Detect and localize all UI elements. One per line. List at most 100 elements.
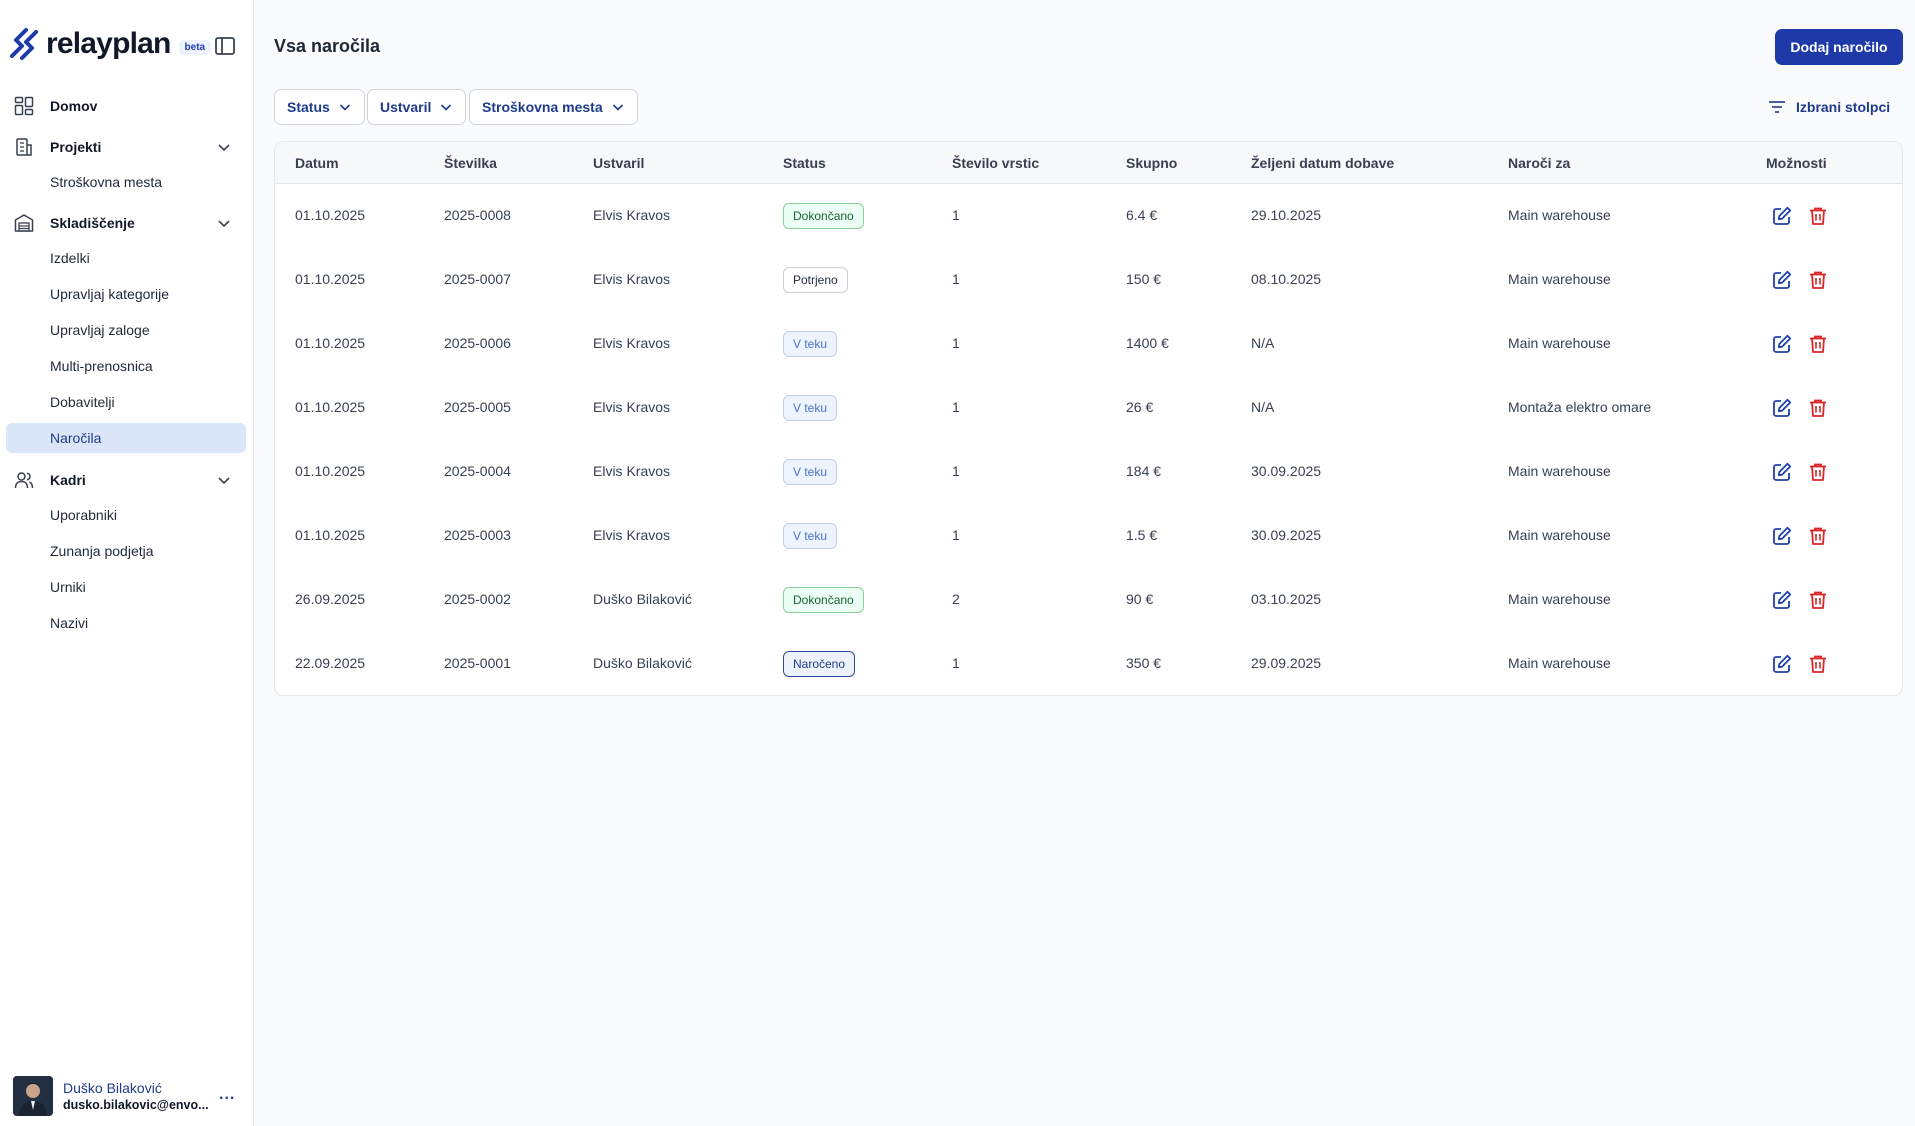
- cell-order-for: Main warehouse: [1508, 463, 1611, 479]
- edit-icon[interactable]: [1771, 589, 1793, 611]
- relayplan-logo-icon: [10, 28, 38, 60]
- sidebar-item-zunanja-podjetja[interactable]: Zunanja podjetja: [6, 536, 246, 566]
- column-header[interactable]: Status: [783, 155, 826, 171]
- chevron-down-icon[interactable]: [216, 139, 232, 155]
- edit-icon[interactable]: [1771, 205, 1793, 227]
- cell-total: 1400 €: [1126, 335, 1169, 351]
- column-header[interactable]: Željeni datum dobave: [1251, 155, 1394, 171]
- brand[interactable]: relayplan beta: [6, 24, 212, 64]
- more-options-button[interactable]: ...: [219, 1086, 235, 1104]
- sidebar-item-multi-prenosnica[interactable]: Multi-prenosnica: [6, 351, 246, 381]
- cell-line-count: 1: [952, 463, 960, 479]
- chevron-down-icon: [441, 104, 452, 111]
- table-row[interactable]: 01.10.2025 2025-0007 Elvis Kravos Potrjeno 1…: [275, 248, 1902, 312]
- cell-delivery-date: 30.09.2025: [1251, 527, 1322, 543]
- filter-status[interactable]: Status: [274, 89, 365, 125]
- sidebar-panel-icon[interactable]: [214, 35, 236, 57]
- selected-columns-button[interactable]: Izbrani stolpci: [1768, 96, 1890, 118]
- cell-date: 01.10.2025: [295, 335, 366, 351]
- sidebar-item-dobavitelji[interactable]: Dobavitelji: [6, 387, 246, 417]
- edit-icon[interactable]: [1771, 397, 1793, 419]
- edit-icon[interactable]: [1771, 461, 1793, 483]
- edit-icon[interactable]: [1771, 653, 1793, 675]
- cell-order-for: Main warehouse: [1508, 335, 1611, 351]
- trash-icon[interactable]: [1807, 525, 1829, 547]
- column-header: Možnosti: [1766, 155, 1827, 171]
- table-row[interactable]: 26.09.2025 2025-0002 Duško Bilaković Dokonč…: [275, 568, 1902, 632]
- table-row[interactable]: 01.10.2025 2025-0005 Elvis Kravos V teku 1 26…: [275, 376, 1902, 440]
- column-header[interactable]: Skupno: [1126, 155, 1177, 171]
- sidebar-item-label: Uporabniki: [50, 507, 117, 523]
- users-icon: [14, 472, 34, 489]
- cell-line-count: 2: [952, 591, 960, 607]
- column-header[interactable]: Številka: [444, 155, 497, 171]
- edit-icon[interactable]: [1771, 525, 1793, 547]
- column-header[interactable]: Datum: [295, 155, 339, 171]
- sidebar-item-label: Stroškovna mesta: [50, 174, 163, 190]
- cell-delivery-date: 29.09.2025: [1251, 655, 1322, 671]
- sidebar-item-uporabniki[interactable]: Uporabniki: [6, 500, 246, 530]
- sidebar-item-projekti[interactable]: Projekti: [6, 131, 246, 163]
- sidebar-item-upravljaj-zaloge[interactable]: Upravljaj zaloge: [6, 315, 246, 345]
- sidebar: relayplan beta Domov Projekti Stroškovna…: [0, 0, 254, 1126]
- filter-ustvaril[interactable]: Ustvaril: [367, 89, 467, 125]
- cell-created-by: Elvis Kravos: [593, 527, 671, 543]
- cell-number: 2025-0004: [444, 463, 511, 479]
- table-row[interactable]: 01.10.2025 2025-0008 Elvis Kravos Dokončano…: [275, 184, 1902, 248]
- sidebar-item-narocila[interactable]: Naročila: [6, 423, 246, 453]
- table-header: Datum Številka Ustvaril Status Število v…: [275, 142, 1902, 184]
- sidebar-item-nazivi[interactable]: Nazivi: [6, 608, 246, 638]
- column-header[interactable]: Število vrstic: [952, 155, 1039, 171]
- sidebar-item-label: Nazivi: [50, 615, 89, 631]
- cell-number: 2025-0003: [444, 527, 511, 543]
- user-email: dusko.bilakovic@envo...: [63, 1098, 209, 1112]
- cell-total: 6.4 €: [1126, 207, 1158, 223]
- sidebar-item-label: Izdelki: [50, 250, 90, 266]
- cell-order-for: Main warehouse: [1508, 591, 1611, 607]
- edit-icon[interactable]: [1771, 333, 1793, 355]
- sidebar-item-label: Naročila: [50, 430, 102, 446]
- chevron-down-icon: [612, 104, 623, 111]
- trash-icon[interactable]: [1807, 333, 1829, 355]
- status-badge: V teku: [783, 459, 838, 485]
- trash-icon[interactable]: [1807, 589, 1829, 611]
- column-header[interactable]: Naroči za: [1508, 155, 1570, 171]
- cell-total: 150 €: [1126, 271, 1162, 287]
- sidebar-item-kadri[interactable]: Kadri: [6, 464, 246, 496]
- cell-number: 2025-0008: [444, 207, 511, 223]
- cell-number: 2025-0002: [444, 591, 511, 607]
- chevron-down-icon[interactable]: [216, 215, 232, 231]
- sidebar-item-upravljaj-kategorije[interactable]: Upravljaj kategorije: [6, 279, 246, 309]
- cell-date: 26.09.2025: [295, 591, 366, 607]
- table-row[interactable]: 01.10.2025 2025-0003 Elvis Kravos V teku 1 1.…: [275, 504, 1902, 568]
- cell-order-for: Main warehouse: [1508, 271, 1611, 287]
- sidebar-item-skladiscenje[interactable]: Skladiščenje: [6, 207, 246, 239]
- table-row[interactable]: 01.10.2025 2025-0006 Elvis Kravos V teku 1 14…: [275, 312, 1902, 376]
- trash-icon[interactable]: [1807, 461, 1829, 483]
- sidebar-item-urniki[interactable]: Urniki: [6, 572, 246, 602]
- add-order-button[interactable]: Dodaj naročilo: [1775, 29, 1903, 65]
- table-row[interactable]: 01.10.2025 2025-0004 Elvis Kravos V teku 1 18…: [275, 440, 1902, 504]
- cell-created-by: Elvis Kravos: [593, 335, 671, 351]
- sidebar-item-izdelki[interactable]: Izdelki: [6, 243, 246, 273]
- filter-label: Stroškovna mesta: [482, 99, 603, 115]
- cell-line-count: 1: [952, 207, 960, 223]
- user-name: Duško Bilaković: [63, 1080, 162, 1096]
- status-badge: Naročeno: [783, 651, 856, 677]
- filter-stroskovna-mesta[interactable]: Stroškovna mesta: [469, 89, 638, 125]
- trash-icon[interactable]: [1807, 269, 1829, 291]
- cell-date: 22.09.2025: [295, 655, 366, 671]
- page-title: Vsa naročila: [274, 36, 381, 56]
- table-row[interactable]: 22.09.2025 2025-0001 Duško Bilaković Naroče…: [275, 632, 1902, 695]
- user-card[interactable]: Duško Bilaković dusko.bilakovic@envo... …: [13, 1076, 243, 1118]
- sidebar-item-domov[interactable]: Domov: [6, 90, 246, 122]
- sidebar-item-stroskovna-mesta[interactable]: Stroškovna mesta: [6, 167, 246, 197]
- trash-icon[interactable]: [1807, 653, 1829, 675]
- chevron-down-icon[interactable]: [216, 472, 232, 488]
- chevron-down-icon: [339, 104, 350, 111]
- trash-icon[interactable]: [1807, 205, 1829, 227]
- trash-icon[interactable]: [1807, 397, 1829, 419]
- avatar-image: [13, 1076, 53, 1116]
- column-header[interactable]: Ustvaril: [593, 155, 644, 171]
- edit-icon[interactable]: [1771, 269, 1793, 291]
